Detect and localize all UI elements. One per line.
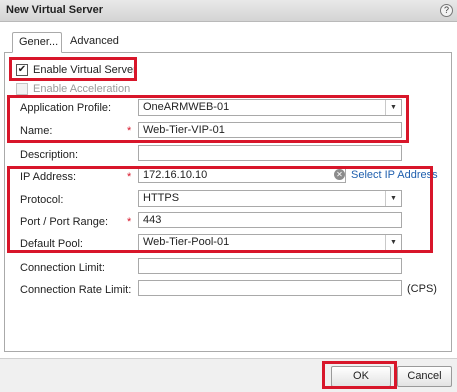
dialog-titlebar: New Virtual Server ? <box>0 0 457 22</box>
description-field[interactable] <box>138 145 402 161</box>
connection-limit-label: Connection Limit: <box>20 262 105 274</box>
enable-acceleration-label: Enable Acceleration <box>33 83 131 95</box>
connection-rate-limit-field[interactable] <box>138 280 402 296</box>
highlight-profile-name <box>7 95 409 143</box>
enable-acceleration-checkbox <box>16 83 28 95</box>
highlight-enable-virtual-server <box>9 57 137 81</box>
highlight-ip-protocol-port-pool <box>7 166 433 253</box>
dialog-title: New Virtual Server <box>6 4 104 16</box>
connection-limit-field[interactable] <box>138 258 402 274</box>
connection-rate-limit-label: Connection Rate Limit: <box>20 284 132 296</box>
tab-advanced[interactable]: Advanced <box>64 32 125 53</box>
highlight-ok-button <box>322 361 397 389</box>
tab-general[interactable]: Gener... <box>12 32 62 53</box>
cps-unit-label: (CPS) <box>407 283 437 295</box>
help-icon[interactable]: ? <box>440 4 453 17</box>
cancel-button[interactable]: Cancel <box>397 366 452 387</box>
description-label: Description: <box>20 149 79 161</box>
